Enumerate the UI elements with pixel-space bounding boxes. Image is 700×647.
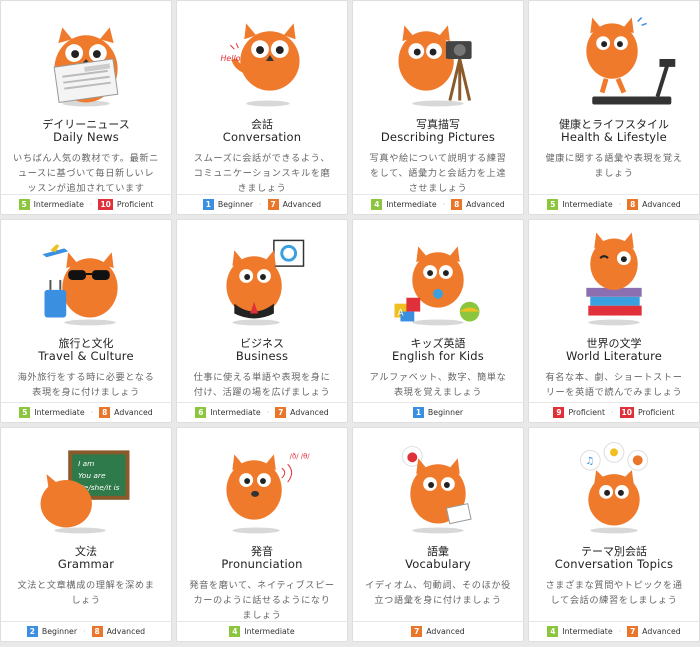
level-bar: 7 Advanced	[353, 621, 523, 641]
card-description: いちばん人気の教材です。最新ニュースに基づいて毎日新しいレッスンが追加されていま…	[13, 153, 159, 194]
course-card-english-for-kids[interactable]: A キッズ英語 English for Kids アルファベット、数字、簡単な表…	[352, 219, 524, 423]
level-bar: 1 Beginner · 7 Advanced	[177, 194, 347, 214]
course-grid: デイリーニュース Daily News いちばん人気の教材です。最新ニュースに基…	[0, 0, 700, 647]
course-card-conversation[interactable]: Hello 会話 Conversation スムーズに会話ができるよう、コミュニ…	[176, 0, 348, 215]
card-title-en: Conversation	[222, 130, 302, 144]
svg-text:♫: ♫	[585, 456, 594, 467]
svg-text:Hello: Hello	[220, 54, 240, 63]
level-separator: ·	[90, 408, 94, 417]
course-card-business[interactable]: ビジネス Business 仕事に使える単語や表現を身に付け、活躍の場を広げまし…	[176, 219, 348, 423]
course-card-health-lifestyle[interactable]: 健康とライフスタイル Health & Lifestyle 健康に関する語彙や表…	[528, 0, 700, 215]
card-title-en: Describing Pictures	[380, 130, 496, 144]
level-separator: ·	[89, 200, 93, 209]
level-badge: 5 Intermediate	[19, 407, 85, 418]
level-badge: 1 Beginner	[202, 199, 253, 210]
level-badge: 4 Intermediate	[547, 626, 613, 637]
card-title-en: English for Kids	[392, 349, 484, 363]
level-bar: 4 Intermediate	[177, 621, 347, 641]
course-card-pronunciation[interactable]: /ð/ /θ/ 発音 Pronunciation 発音を磨いて、ネイティブスピー…	[176, 427, 348, 642]
card-description: 仕事に使える単語や表現を身に付け、活躍の場を広げましょう	[193, 372, 331, 398]
owl-pronunciation-icon: /ð/ /θ/	[177, 428, 347, 540]
level-bar: 4 Intermediate · 8 Advanced	[353, 194, 523, 214]
owl-blackboard-icon: I am You are He/she/it is	[1, 428, 171, 540]
card-description: 有名な本、劇、ショートストーリーを英語で読んでみましょう	[545, 372, 683, 398]
level-bar: 1 Beginner	[353, 402, 523, 422]
level-badge: 8 Advanced	[451, 199, 505, 210]
level-separator: ·	[83, 627, 86, 636]
level-badge: 8 Advanced	[99, 407, 153, 418]
level-badge: 7 Advanced	[411, 626, 465, 637]
level-separator: ·	[618, 627, 622, 636]
level-separator: ·	[618, 200, 622, 209]
level-badge: 1 Beginner	[412, 407, 463, 418]
course-card-daily-news[interactable]: デイリーニュース Daily News いちばん人気の教材です。最新ニュースに基…	[0, 0, 172, 215]
course-card-vocabulary[interactable]: 語彙 Vocabulary イディオム、句動詞、そのほか役立つ語彙を身に付けまし…	[352, 427, 524, 642]
owl-treadmill-icon	[529, 1, 699, 113]
level-badge: 6 Intermediate	[195, 407, 261, 418]
level-bar: 2 Beginner · 8 Advanced	[1, 621, 171, 641]
card-title-en: Conversation Topics	[554, 557, 674, 571]
card-title-en: World Literature	[565, 349, 663, 363]
level-separator: ·	[442, 200, 446, 209]
level-badge: 7 Advanced	[275, 407, 329, 418]
course-card-grammar[interactable]: I am You are He/she/it is 文法 Grammar 文法と…	[0, 427, 172, 642]
course-card-world-literature[interactable]: 世界の文学 World Literature 有名な本、劇、ショートストーリーを…	[528, 219, 700, 423]
card-title-en: Business	[235, 349, 289, 363]
level-bar: 4 Intermediate · 7 Advanced	[529, 621, 699, 641]
card-title-en: Grammar	[57, 557, 115, 571]
level-bar: 9 Proficient · 10 Proficient	[529, 402, 699, 422]
owl-kids-icon: A	[353, 220, 523, 332]
level-bar: 5 Intermediate · 8 Advanced	[529, 194, 699, 214]
card-description: 文法と文章構成の理解を深めましょう	[17, 580, 155, 606]
course-card-describing-pictures[interactable]: 写真描写 Describing Pictures 写真や絵について説明する練習を…	[352, 0, 524, 215]
level-bar: 5 Intermediate · 10 Proficient	[1, 194, 171, 214]
card-description: 発音を磨いて、ネイティブスピーカーのように話せるようになりましょう	[189, 580, 335, 621]
card-description: さまざまな質問やトピックを通して会話の練習をしましょう	[545, 580, 683, 606]
owl-books-icon	[529, 220, 699, 332]
owl-hello-icon: Hello	[177, 1, 347, 113]
card-description: スムーズに会話ができるよう、コミュニケーションスキルを磨きましょう	[193, 153, 331, 194]
card-description: 写真や絵について説明する練習をして、語彙力と会話力を上達させましょう	[369, 153, 507, 194]
svg-text:A: A	[397, 309, 403, 319]
level-badge: 2 Beginner	[26, 626, 77, 637]
level-badge: 7 Advanced	[627, 626, 681, 637]
level-badge: 9 Proficient	[553, 407, 605, 418]
level-badge: 10 Proficient	[619, 407, 675, 418]
card-title-en: Travel & Culture	[38, 349, 134, 363]
board-line: I am	[78, 459, 94, 468]
svg-text:/ð/ /θ/: /ð/ /θ/	[290, 452, 311, 460]
level-badge: 7 Advanced	[267, 199, 321, 210]
level-badge: 5 Intermediate	[18, 199, 84, 210]
level-separator: ·	[611, 408, 614, 417]
card-description: アルファベット、数字、簡単な表現を覚えましょう	[369, 372, 507, 398]
level-bar: 6 Intermediate · 7 Advanced	[177, 402, 347, 422]
level-separator: ·	[266, 408, 270, 417]
course-card-conversation-topics[interactable]: ♫ テーマ別会話 Conversation Topics さまざまな質問やトピッ…	[528, 427, 700, 642]
owl-topics-icon: ♫	[529, 428, 699, 540]
owl-newspaper-icon	[1, 1, 171, 113]
owl-camera-icon	[353, 1, 523, 113]
card-title-en: Health & Lifestyle	[561, 130, 667, 144]
level-badge: 10 Proficient	[98, 199, 154, 210]
card-description: 海外旅行をする時に必要となる表現を身に付けましょう	[17, 372, 155, 398]
card-title-en: Daily News	[53, 130, 119, 144]
board-line: You are	[78, 471, 106, 480]
owl-apple-icon	[353, 428, 523, 540]
level-badge: 4 Intermediate	[371, 199, 437, 210]
card-title-en: Vocabulary	[405, 557, 471, 571]
card-description: 健康に関する語彙や表現を覚えましょう	[545, 153, 683, 179]
level-badge: 8 Advanced	[91, 626, 145, 637]
level-badge: 5 Intermediate	[547, 199, 613, 210]
card-title-en: Pronunciation	[221, 557, 303, 571]
level-separator: ·	[259, 200, 262, 209]
owl-business-icon	[177, 220, 347, 332]
course-card-travel-culture[interactable]: 旅行と文化 Travel & Culture 海外旅行をする時に必要となる表現を…	[0, 219, 172, 423]
level-badge: 4 Intermediate	[229, 626, 295, 637]
card-description: イディオム、句動詞、そのほか役立つ語彙を身に付けましょう	[365, 580, 511, 606]
level-badge: 8 Advanced	[627, 199, 681, 210]
level-bar: 5 Intermediate · 8 Advanced	[1, 402, 171, 422]
owl-travel-icon	[1, 220, 171, 332]
